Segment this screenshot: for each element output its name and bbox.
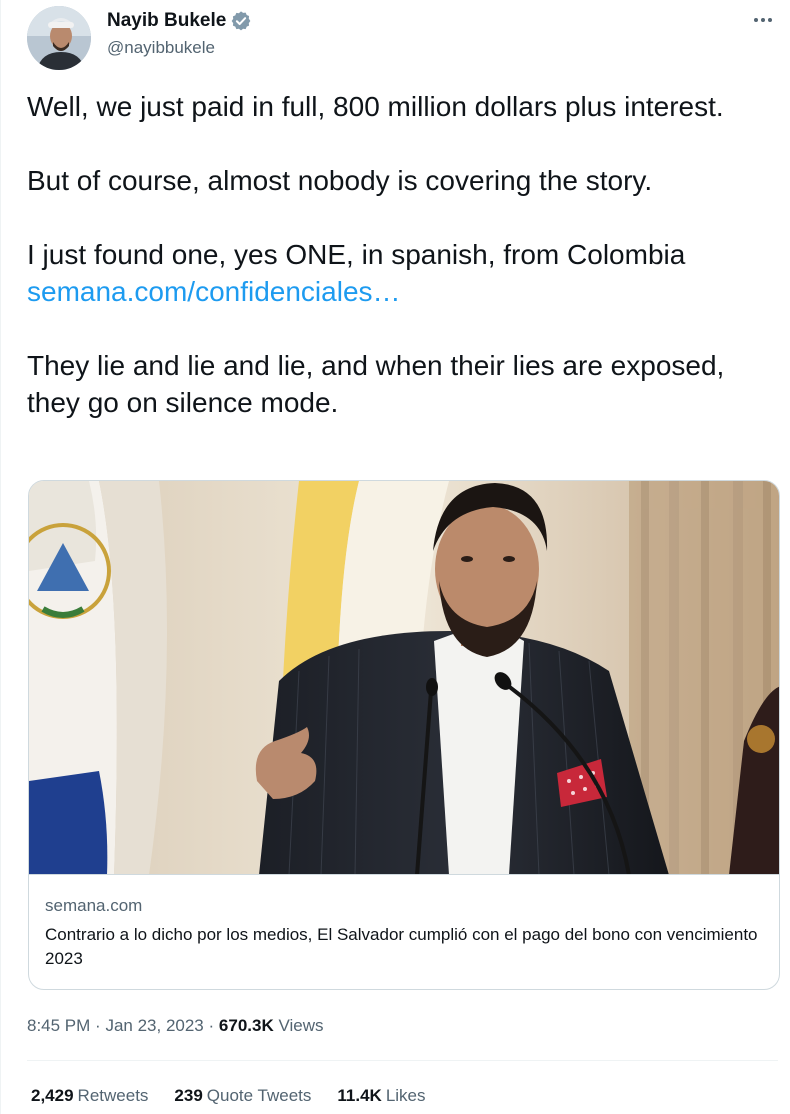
tweet-paragraph-3: I just found one, yes ONE, in spanish, f… — [27, 239, 686, 270]
likes-stat[interactable]: 11.4K Likes — [337, 1084, 425, 1108]
likes-label: Likes — [385, 1086, 426, 1105]
card-image[interactable] — [29, 481, 779, 875]
quote-tweets-label: Quote Tweets — [206, 1086, 312, 1105]
divider — [27, 1060, 778, 1061]
likes-count: 11.4K — [337, 1086, 382, 1105]
quote-tweets-stat[interactable]: 239 Quote Tweets — [174, 1084, 311, 1108]
card-title: Contrario a lo dicho por los medios, El … — [45, 925, 758, 968]
tweet-paragraph-4: They lie and lie and lie, and when their… — [27, 350, 725, 418]
meta-separator: · — [208, 1016, 215, 1035]
avatar[interactable] — [27, 6, 91, 70]
tweet-link[interactable]: semana.com/confidenciales… — [27, 276, 401, 307]
tweet-time[interactable]: 8:45 PM — [27, 1016, 90, 1035]
author-name-text: Nayib Bukele — [107, 10, 227, 31]
more-options-icon[interactable] — [748, 8, 778, 32]
quote-tweets-count: 239 — [174, 1086, 203, 1105]
tweet-paragraph-1: Well, we just paid in full, 800 million … — [27, 91, 724, 122]
retweets-stat[interactable]: 2,429 Retweets — [31, 1084, 148, 1108]
author-name[interactable]: Nayib Bukele — [107, 9, 252, 33]
views-label: Views — [278, 1016, 324, 1035]
views-count: 670.3K — [218, 1016, 274, 1035]
tweet-detail: Nayib Bukele @nayibbukele Well, we just … — [0, 0, 790, 1114]
meta-separator: · — [95, 1016, 101, 1035]
card-domain: semana.com — [45, 896, 143, 915]
engagement-stats: 2,429 Retweets 239 Quote Tweets 11.4K Likes — [31, 1084, 426, 1108]
retweets-count: 2,429 — [31, 1086, 74, 1105]
verified-badge-icon — [230, 10, 252, 32]
tweet-text: Well, we just paid in full, 800 million … — [27, 88, 777, 421]
link-preview-card[interactable]: semana.com Contrario a lo dicho por los … — [28, 480, 780, 990]
tweet-metadata: 8:45 PM · Jan 23, 2023 · 670.3K Views — [27, 1014, 324, 1038]
tweet-paragraph-2: But of course, almost nobody is covering… — [27, 165, 653, 196]
author-handle[interactable]: @nayibbukele — [107, 36, 215, 60]
tweet-date[interactable]: Jan 23, 2023 — [105, 1016, 203, 1035]
retweets-label: Retweets — [77, 1086, 149, 1105]
